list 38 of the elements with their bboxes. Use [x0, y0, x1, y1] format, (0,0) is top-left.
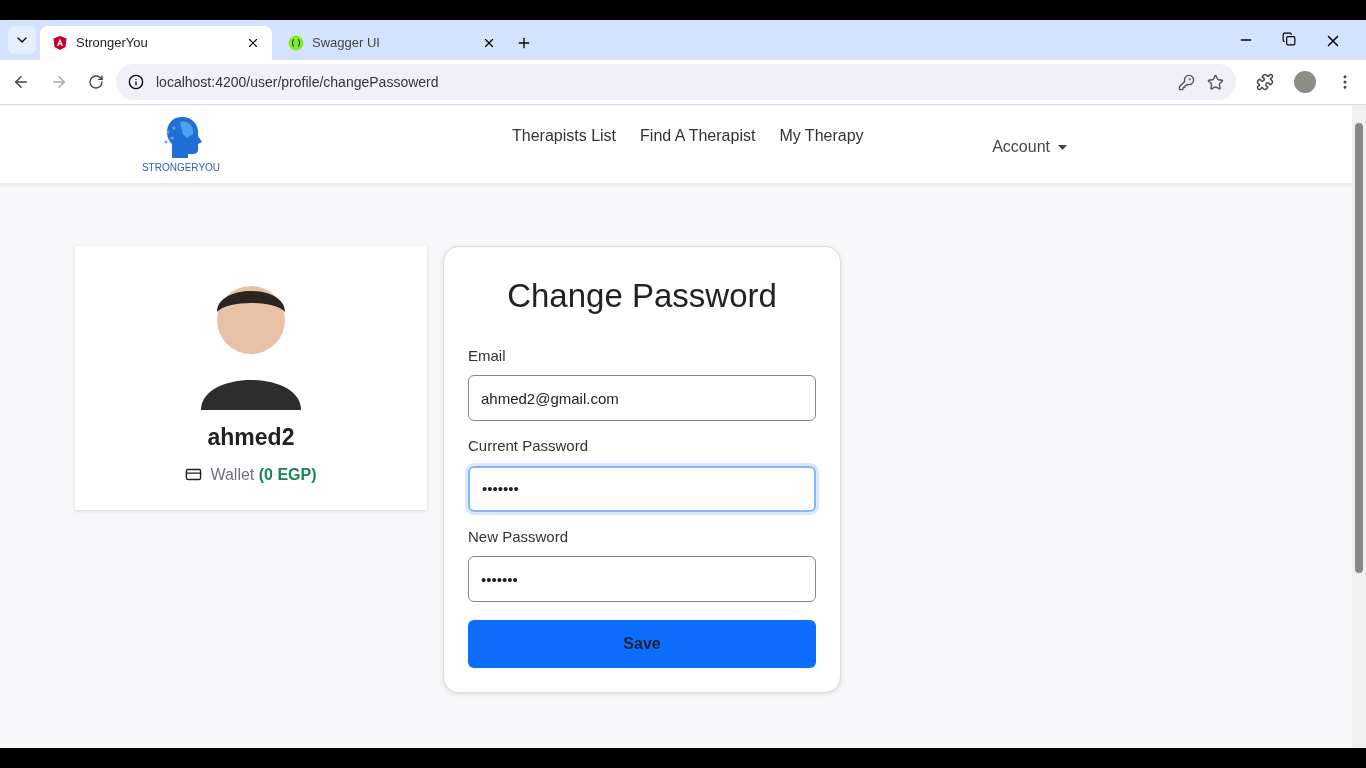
- braces-logo-icon: [288, 35, 304, 51]
- url-text: localhost:4200/user/profile/changePassowerd: [156, 72, 440, 92]
- logo-text: STRONGERYOU: [141, 160, 221, 175]
- close-icon[interactable]: [482, 36, 496, 50]
- caret-icon: [1058, 144, 1067, 150]
- new-tab-icon[interactable]: [516, 35, 532, 51]
- field-label: Current Password: [468, 436, 590, 456]
- tab-title: StrongerYou: [76, 34, 149, 53]
- nav-link[interactable]: Therapists List: [512, 124, 617, 148]
- address-bar[interactable]: localhost:4200/user/profile/changePassowerd: [116, 64, 1236, 100]
- profile-avatar[interactable]: [1294, 71, 1316, 93]
- browser-tab[interactable]: StrongerYou: [40, 26, 272, 60]
- save-button[interactable]: Save: [468, 620, 816, 668]
- star-icon[interactable]: [1207, 73, 1224, 91]
- nav-link[interactable]: Find A Therapist: [640, 124, 756, 148]
- input-field[interactable]: •••••••: [468, 556, 816, 602]
- back-icon[interactable]: [12, 73, 30, 91]
- input-field[interactable]: ahmed2@gmail.com: [468, 375, 816, 421]
- shield-logo-icon: [52, 35, 68, 51]
- form-title: Change Password: [506, 276, 778, 316]
- restore-icon[interactable]: [1282, 32, 1296, 46]
- key-icon[interactable]: [1178, 73, 1195, 91]
- browser-tab[interactable]: Swagger UI: [276, 26, 508, 60]
- reload-icon[interactable]: [88, 74, 104, 90]
- user-name: ahmed2: [207, 423, 295, 452]
- field-label: Email: [468, 345, 507, 366]
- extensions-icon[interactable]: [1256, 73, 1274, 91]
- info-icon[interactable]: [128, 74, 144, 90]
- field-label: New Password: [468, 526, 570, 547]
- wallet-icon: [185, 466, 203, 483]
- scrollbar[interactable]: [1352, 105, 1366, 748]
- tab-list-button[interactable]: [8, 26, 36, 54]
- wallet-text: Wallet (0 EGP): [210, 464, 317, 485]
- nav-link[interactable]: My Therapy: [779, 124, 864, 148]
- account-dropdown[interactable]: Account: [992, 135, 1067, 159]
- input-field[interactable]: •••••••: [468, 465, 816, 512]
- close-icon[interactable]: [246, 36, 260, 50]
- tab-title: Swagger UI: [312, 34, 381, 53]
